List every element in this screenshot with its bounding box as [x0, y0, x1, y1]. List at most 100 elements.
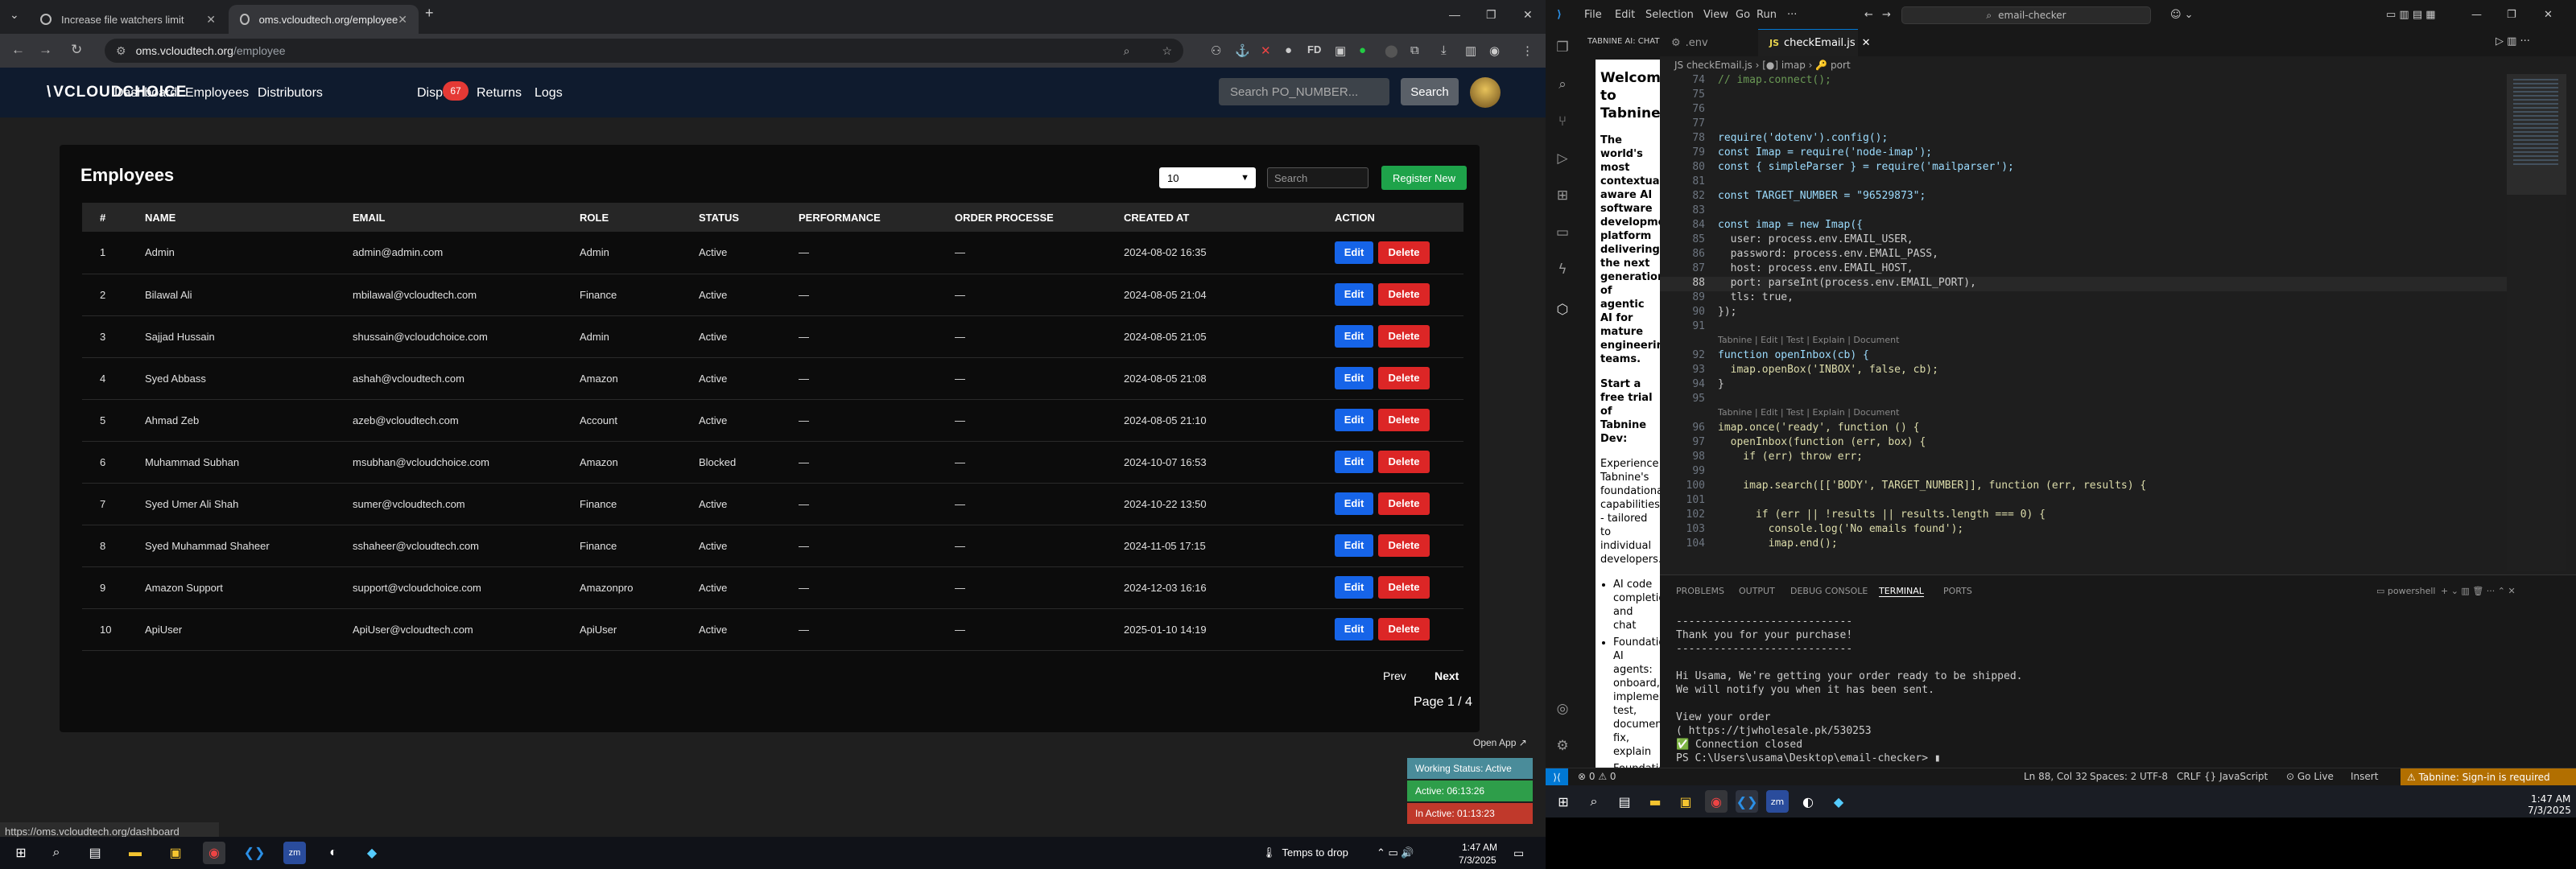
menu-kebab-icon[interactable]: ⋮ [1521, 43, 1534, 58]
menu-run[interactable]: Run [1757, 9, 1777, 21]
nav-returns[interactable]: Returns [477, 86, 522, 101]
app-extra-icon[interactable]: ◆ [1827, 790, 1850, 813]
delete-button[interactable]: Delete [1378, 618, 1430, 640]
extension-1-icon[interactable]: ⚇ [1211, 43, 1221, 58]
explorer-icon[interactable]: ❐ [1554, 39, 1571, 56]
notifications-icon[interactable]: ▭ [1513, 846, 1524, 860]
lightning-icon[interactable]: ϟ [1554, 261, 1571, 278]
clock-date[interactable]: 7/3/2025 [2528, 805, 2571, 816]
close-icon[interactable]: ✕ [206, 13, 216, 27]
run-file-icon[interactable]: ▷ ▥ ··· [2496, 35, 2530, 47]
bookmark-star-icon[interactable]: ☆ [1162, 44, 1172, 58]
remote-indicator-icon[interactable]: ⟩⟨ [1546, 768, 1568, 786]
taskbar-search-icon[interactable]: ⌕ [45, 842, 68, 864]
store-icon[interactable]: ▣ [164, 842, 187, 864]
task-view-icon[interactable]: ▤ [84, 842, 106, 864]
edit-button[interactable]: Edit [1335, 409, 1373, 431]
layout-icon[interactable]: ▭ ▥ ▤ ▦ [2386, 9, 2436, 21]
problems-count[interactable]: ⊗ 0 ⚠ 0 [1578, 771, 1616, 782]
forward-icon[interactable]: → [1882, 9, 1891, 21]
zoom-app-icon[interactable]: zm [283, 842, 306, 864]
start-windows-icon[interactable]: ⊞ [10, 842, 32, 864]
edit-button[interactable]: Edit [1335, 325, 1373, 348]
delete-button[interactable]: Delete [1378, 492, 1430, 515]
chrome-icon[interactable]: ◉ [203, 842, 225, 864]
encoding[interactable]: UTF-8 [2140, 771, 2168, 782]
nav-logs[interactable]: Logs [535, 86, 563, 101]
prev-page-button[interactable]: Prev [1383, 669, 1406, 682]
delete-button[interactable]: Delete [1378, 534, 1430, 557]
weather-text[interactable]: 🌡 Temps to drop [1262, 846, 1348, 859]
nav-dashboard[interactable]: Dashboard [114, 86, 177, 101]
vscode-icon[interactable]: ❮❯ [243, 842, 266, 864]
edit-button[interactable]: Edit [1335, 576, 1373, 599]
extensions-puzzle-icon[interactable]: ⧉ [1410, 43, 1419, 57]
codelens[interactable]: Tabnine | Edit | Test | Explain | Docume… [1718, 335, 1899, 345]
nav-employees[interactable]: Employees [185, 86, 249, 101]
tabnine-icon[interactable]: ⬡ [1554, 301, 1571, 319]
cursor-position[interactable]: Ln 88, Col 32 [2024, 771, 2087, 782]
extension-7-icon[interactable]: ● [1359, 43, 1366, 57]
panel-tab-output[interactable]: OUTPUT [1739, 586, 1775, 596]
copilot-icon[interactable]: ☺ ⌄ [2170, 9, 2194, 21]
delete-button[interactable]: Delete [1378, 576, 1430, 599]
tab-env[interactable]: ⚙ .env [1660, 29, 1758, 56]
minimap[interactable] [2507, 74, 2566, 571]
account-icon[interactable]: ◎ [1554, 700, 1571, 718]
settings-gear-icon[interactable]: ⚙ [1554, 737, 1571, 755]
delete-button[interactable]: Delete [1378, 451, 1430, 473]
delete-button[interactable]: Delete [1378, 283, 1430, 306]
back-icon[interactable]: ← [11, 42, 25, 58]
delete-button[interactable]: Delete [1378, 409, 1430, 431]
browser-tab-1[interactable]: Increase file watchers limit ✕ [29, 5, 227, 34]
app-circle-icon[interactable]: ◐ [1797, 790, 1819, 813]
panel-tab-ports[interactable]: PORTS [1943, 586, 1972, 596]
terminal-output[interactable]: ---------------------------- Thank you fo… [1676, 615, 2562, 765]
user-avatar[interactable] [1470, 77, 1501, 108]
edit-button[interactable]: Edit [1335, 283, 1373, 306]
minimize-icon[interactable]: — [2471, 9, 2482, 21]
tabnine-status[interactable]: ⚠ Tabnine: Sign-in is required [2401, 768, 2576, 786]
menu-go[interactable]: Go [1736, 9, 1750, 21]
command-center-search[interactable]: ⌕ email-checker [1901, 6, 2151, 24]
clock-date[interactable]: 7/3/2025 [1459, 855, 1496, 866]
close-window-icon[interactable]: ✕ [1523, 8, 1533, 22]
breadcrumb[interactable]: JS checkEmail.js › [●] imap › 🔑 port [1674, 60, 1851, 71]
close-icon[interactable]: ✕ [1862, 37, 1871, 49]
reload-icon[interactable]: ↻ [71, 42, 82, 58]
extension-4-icon[interactable]: ● [1285, 43, 1292, 57]
open-app-link[interactable]: Open App ↗ [1473, 737, 1527, 748]
menu-view[interactable]: View [1703, 9, 1728, 21]
zoom-icon[interactable]: ⌕ [1124, 44, 1130, 58]
source-control-icon[interactable]: ⑂ [1554, 113, 1571, 130]
line-ending[interactable]: CRLF [2177, 771, 2201, 782]
start-windows-icon[interactable]: ⊞ [1552, 790, 1575, 813]
page-size-select[interactable]: 10 ▼ [1159, 167, 1256, 188]
edit-button[interactable]: Edit [1335, 492, 1373, 515]
extension-5-icon[interactable]: FD [1307, 43, 1321, 56]
address-bar[interactable]: ⚙ oms.vcloudtech.org/employee ⌕ ☆ [105, 39, 1183, 63]
menu-more[interactable]: ··· [1787, 9, 1797, 21]
clock-time[interactable]: 1:47 AM [1462, 842, 1497, 853]
edit-button[interactable]: Edit [1335, 451, 1373, 473]
next-page-button[interactable]: Next [1435, 669, 1459, 682]
menu-selection[interactable]: Selection [1645, 9, 1694, 21]
back-icon[interactable]: ← [1864, 9, 1873, 21]
file-explorer-icon[interactable]: ▬ [1644, 790, 1666, 813]
codelens[interactable]: Tabnine | Edit | Test | Explain | Docume… [1718, 407, 1899, 418]
zoom-app-icon[interactable]: zm [1766, 790, 1789, 813]
delete-button[interactable]: Delete [1378, 325, 1430, 348]
extension-3-icon[interactable]: ✕ [1261, 43, 1271, 58]
edit-button[interactable]: Edit [1335, 367, 1373, 389]
edit-button[interactable]: Edit [1335, 618, 1373, 640]
terminal-name[interactable]: ▭ powershell [2376, 586, 2435, 596]
minimize-icon[interactable]: — [1449, 8, 1460, 21]
po-search-input[interactable]: Search PO_NUMBER... [1219, 78, 1389, 105]
go-live[interactable]: ⊙ Go Live [2286, 771, 2334, 782]
profile-icon[interactable]: ◉ [1489, 43, 1500, 58]
download-icon[interactable]: ⤓ [1441, 43, 1447, 57]
insert-mode[interactable]: Insert [2351, 771, 2378, 782]
minimap-viewport[interactable] [2507, 74, 2566, 195]
forward-icon[interactable]: → [39, 42, 52, 58]
panel-tab-debug[interactable]: DEBUG CONSOLE [1790, 586, 1868, 596]
